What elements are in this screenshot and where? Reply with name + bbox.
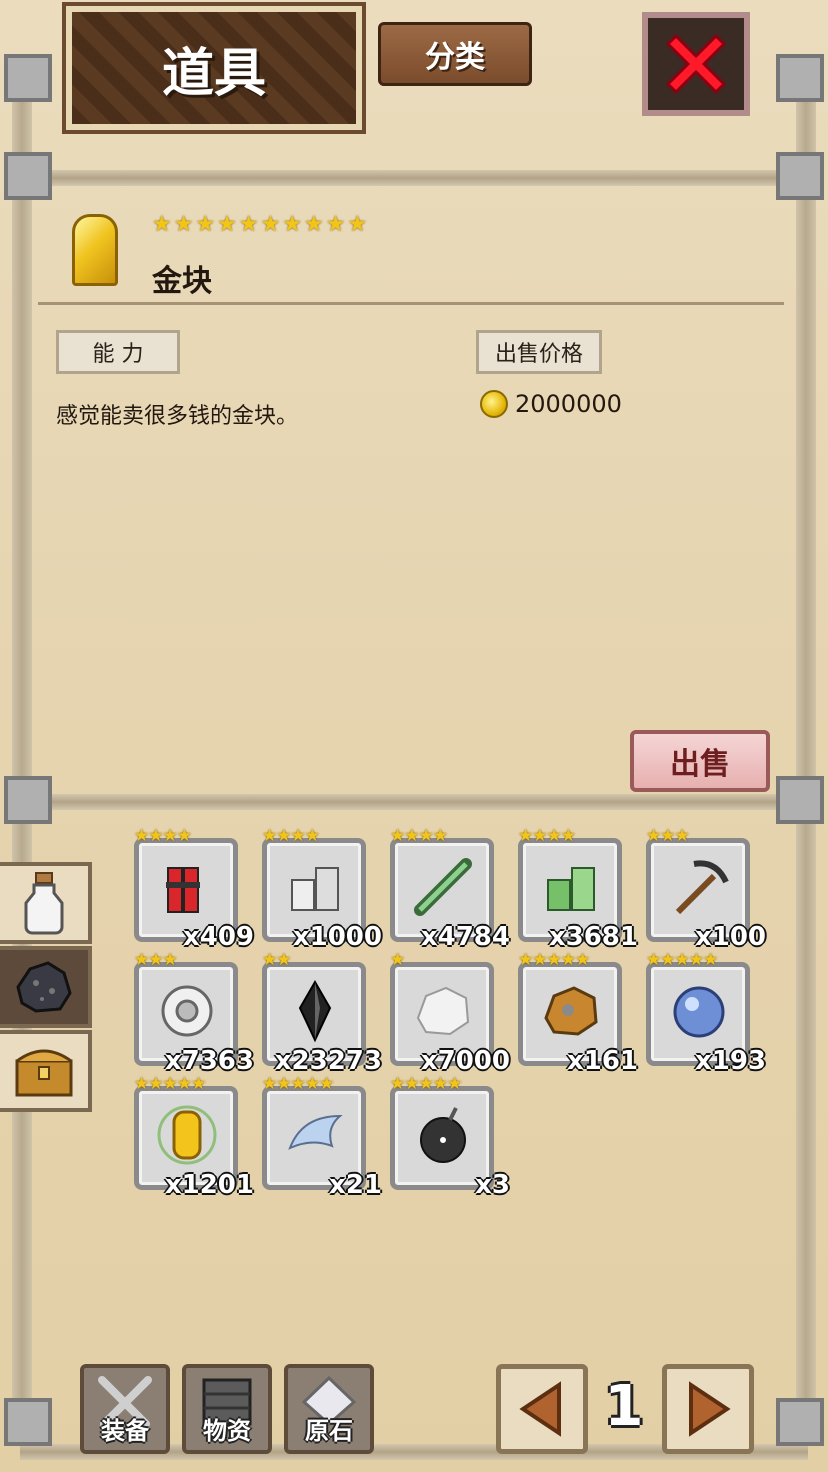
black-crystal-icon: [282, 978, 348, 1044]
divider: [38, 302, 784, 305]
item-count: x4784: [420, 922, 510, 952]
sell-price-label: 出售价格: [476, 330, 602, 374]
item-stars: ★★★★: [390, 826, 448, 846]
item-slot[interactable]: ★★★★ x409: [134, 826, 254, 952]
gold-bar-icon: [72, 214, 118, 286]
category-button[interactable]: 分类: [378, 22, 532, 86]
frame-middle-rail: [20, 794, 808, 810]
copper-ore-icon: [538, 978, 604, 1044]
item-count: x409: [182, 922, 254, 952]
green-ingots-icon: [538, 854, 604, 920]
scroll-icon: [410, 854, 476, 920]
item-count: x161: [566, 1046, 638, 1076]
item-stars: ★★★★★: [646, 950, 718, 970]
dynamite-icon: [154, 854, 220, 920]
sell-price-value: 2000000: [515, 390, 622, 418]
item-slot[interactable]: ★★★★ x3681: [518, 826, 638, 952]
arrow-left-icon: [519, 1381, 561, 1437]
item-count: x23273: [274, 1046, 382, 1076]
next-page-button[interactable]: [662, 1364, 754, 1454]
page-number: 1: [604, 1374, 644, 1439]
gold-nugget-icon: [154, 1102, 220, 1168]
item-stars: ★★★: [646, 826, 690, 846]
item-stars: ★★★★: [518, 826, 576, 846]
item-stars: ★★★★: [134, 826, 192, 846]
item-slot[interactable]: ★★★ x100: [646, 826, 766, 952]
item-slot[interactable]: ★★★★★ x21: [262, 1074, 382, 1200]
item-name: 金块: [152, 264, 212, 299]
frame-corner-bracket: [776, 152, 824, 200]
rarity-stars: ★★★★★★★★★★: [152, 212, 370, 237]
wing-icon: [282, 1102, 348, 1168]
frame-corner-bracket: [4, 152, 52, 200]
item-slot[interactable]: ★★★★★ x161: [518, 950, 638, 1076]
prev-page-button[interactable]: [496, 1364, 588, 1454]
title-plate: 道具: [66, 6, 362, 130]
frame-left: [12, 60, 32, 1432]
item-description: 感觉能卖很多钱的金块。: [56, 404, 299, 429]
item-slot[interactable]: ★★★★★ x193: [646, 950, 766, 1076]
item-count: x3: [475, 1170, 510, 1200]
tab-chests[interactable]: [0, 1030, 92, 1112]
item-slot[interactable]: ★★★ x7363: [134, 950, 254, 1076]
item-count: x21: [329, 1170, 382, 1200]
frame-corner-bracket: [776, 54, 824, 102]
chest-icon: [15, 1049, 73, 1097]
bomb-icon: [410, 1102, 476, 1168]
coin-icon: [480, 390, 508, 418]
frame-right: [796, 60, 816, 1432]
tab-ores[interactable]: [0, 946, 92, 1028]
item-stars: ★★★★★: [390, 1074, 462, 1094]
frame-corner-bracket: [776, 776, 824, 824]
close-icon: [665, 33, 727, 95]
gem-label: 原石: [305, 1417, 353, 1445]
bottle-icon: [24, 872, 64, 935]
pickaxe-icon: [666, 854, 732, 920]
item-count: x1000: [292, 922, 382, 952]
equipment-label: 装备: [101, 1417, 149, 1445]
blue-orb-icon: [666, 978, 732, 1044]
white-ore-icon: [410, 978, 476, 1044]
ore-icon: [16, 961, 72, 1013]
item-stars: ★★★★★: [262, 1074, 334, 1094]
item-count: x100: [694, 922, 766, 952]
arrow-right-icon: [689, 1381, 731, 1437]
item-count: x193: [694, 1046, 766, 1076]
silver-ingots-icon: [282, 854, 348, 920]
frame-top-rail: [20, 170, 808, 186]
item-slot[interactable]: ★★★★ x1000: [262, 826, 382, 952]
item-slot[interactable]: ★★★★★ x1201: [134, 1074, 254, 1200]
item-stars: ★★★: [134, 950, 178, 970]
tab-equipment[interactable]: 装备: [80, 1364, 170, 1454]
item-count: x3681: [548, 922, 638, 952]
gear-icon: [154, 978, 220, 1044]
frame-corner-bracket: [4, 54, 52, 102]
item-stars: ★★: [262, 950, 292, 970]
frame-corner-bracket: [4, 1398, 52, 1446]
item-count: x7363: [164, 1046, 254, 1076]
item-stars: ★: [390, 950, 405, 970]
item-stars: ★★★★★: [518, 950, 590, 970]
item-stars: ★★★★★: [134, 1074, 206, 1094]
item-stars: ★★★★: [262, 826, 320, 846]
page-title: 道具: [161, 43, 266, 104]
tab-gem[interactable]: 原石: [284, 1364, 374, 1454]
item-count: x1201: [164, 1170, 254, 1200]
ability-label: 能 力: [56, 330, 180, 374]
item-slot[interactable]: ★ x7000: [390, 950, 510, 1076]
item-slot[interactable]: ★★★★★ x3: [390, 1074, 510, 1200]
item-slot[interactable]: ★★ x23273: [262, 950, 382, 1076]
tab-consumables[interactable]: [0, 862, 92, 944]
item-count: x7000: [420, 1046, 510, 1076]
tab-materials[interactable]: 物资: [182, 1364, 272, 1454]
sell-button[interactable]: 出售: [630, 730, 770, 792]
materials-label: 物资: [203, 1417, 251, 1445]
close-button[interactable]: [642, 12, 750, 116]
frame-corner-bracket: [4, 776, 52, 824]
frame-corner-bracket: [776, 1398, 824, 1446]
item-slot[interactable]: ★★★★ x4784: [390, 826, 510, 952]
